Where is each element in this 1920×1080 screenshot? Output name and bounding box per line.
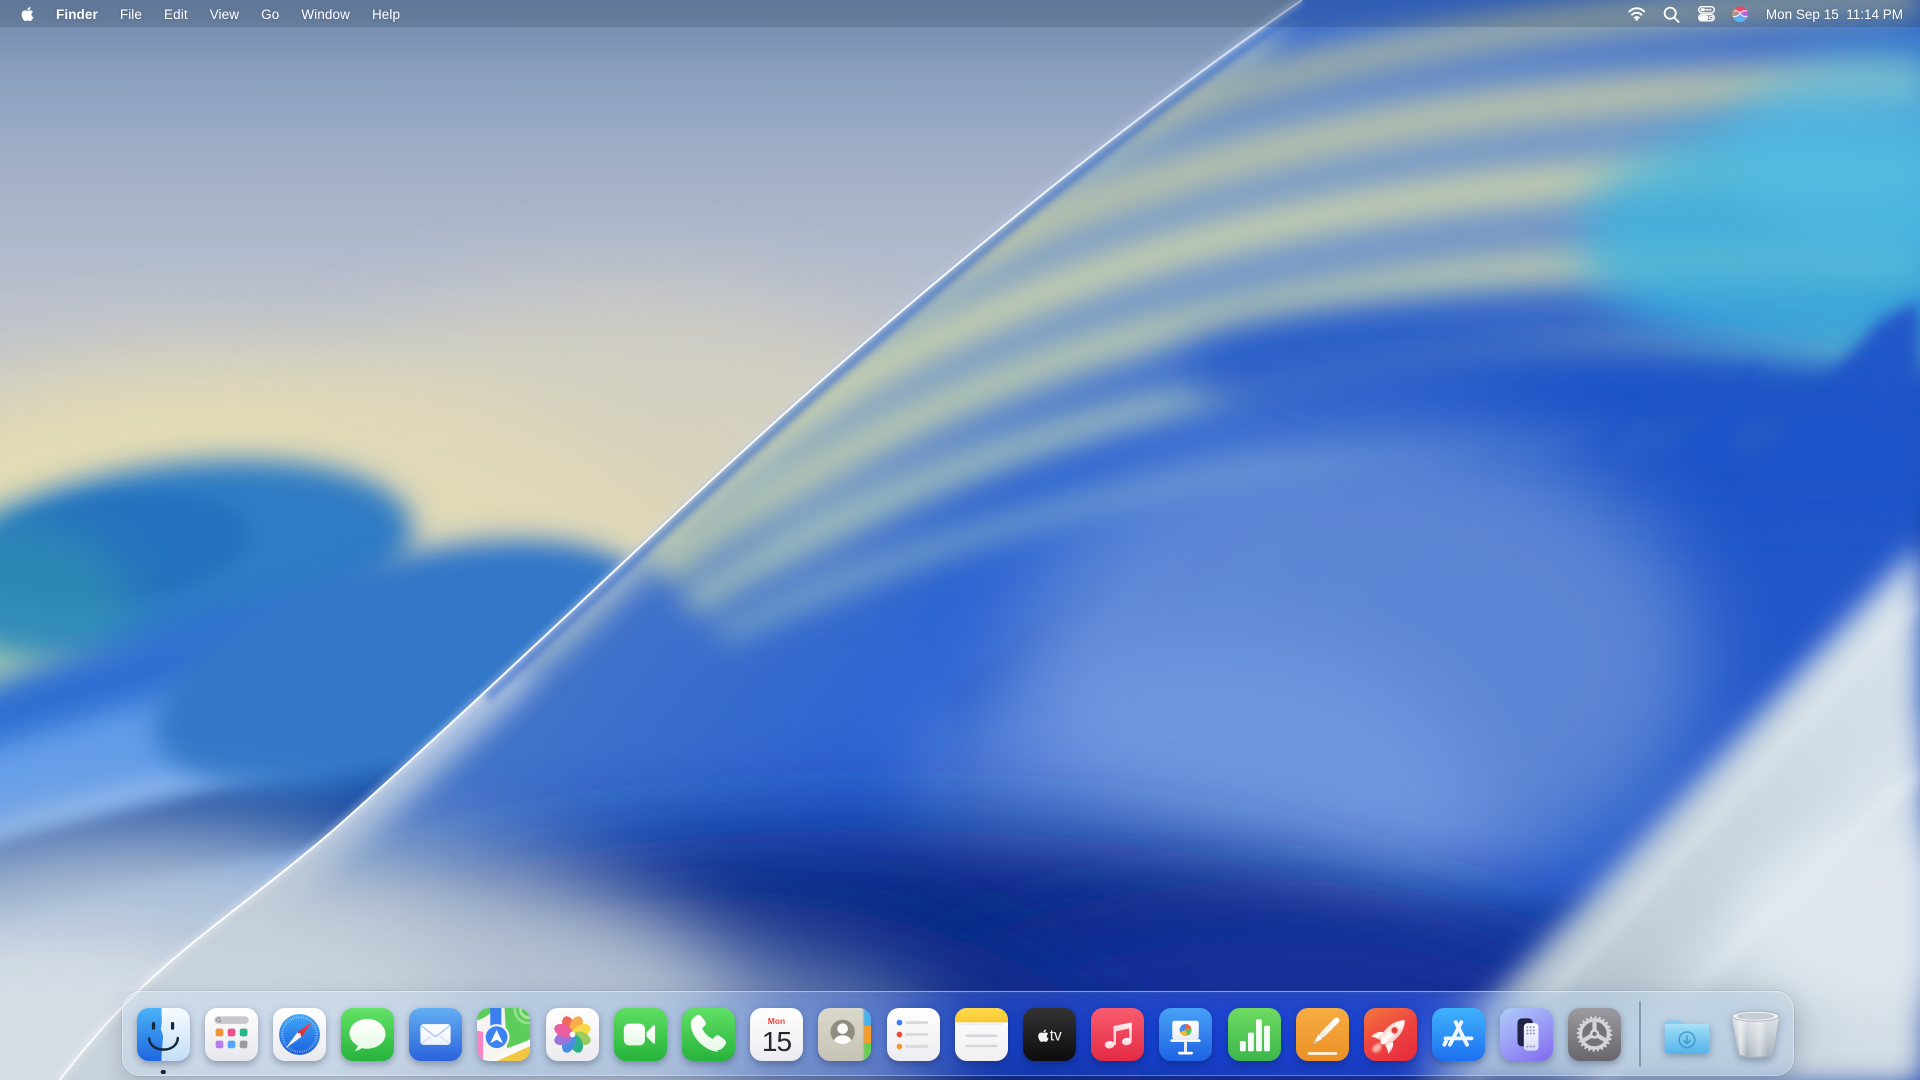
menu-bar: Finder File Edit View Go Window Help Mon… — [0, 0, 1920, 28]
apple-icon — [21, 7, 34, 21]
status-icons-group — [1619, 0, 1757, 28]
music-app-icon — [1091, 1008, 1145, 1061]
menu-help[interactable]: Help — [361, 0, 411, 28]
maps-app-icon — [477, 1008, 531, 1061]
dock-item-facetime[interactable] — [613, 1008, 667, 1061]
photos-app-icon — [545, 1008, 599, 1061]
dock-separator — [1638, 1001, 1641, 1067]
facetime-app-icon — [613, 1008, 667, 1061]
menu-edit[interactable]: Edit — [153, 0, 199, 28]
appstore-app-icon — [1432, 1008, 1486, 1061]
dock-item-safari[interactable] — [272, 1008, 326, 1061]
dock-item-music[interactable] — [1091, 1008, 1145, 1061]
messages-app-icon — [341, 1008, 395, 1061]
dock-item-apps[interactable] — [204, 1008, 258, 1061]
dock-item-settings[interactable] — [1568, 1008, 1622, 1061]
phone-app-icon — [682, 1008, 735, 1061]
dock-item-maps[interactable] — [477, 1008, 531, 1061]
dock-item-phone[interactable] — [682, 1008, 735, 1061]
dock-item-tv[interactable]: tv — [1022, 1008, 1076, 1061]
apps-app-icon — [204, 1008, 258, 1061]
dock-item-notes[interactable] — [954, 1008, 1008, 1061]
dock-item-keynote[interactable] — [1159, 1008, 1213, 1061]
dock-item-calendar[interactable]: Mon 15 — [750, 1008, 804, 1061]
menu-bar-right: Mon Sep 15 11:14 PM — [1619, 0, 1920, 28]
settings-app-icon — [1568, 1008, 1622, 1061]
menu-bar-left: Finder File Edit View Go Window Help — [0, 0, 411, 28]
finder-app-icon — [136, 1008, 190, 1061]
calendar-app-icon: Mon 15 — [750, 1008, 804, 1061]
notes-app-icon — [954, 1008, 1008, 1061]
dock-item-iphonemirroring[interactable] — [1500, 1008, 1554, 1061]
menu-go[interactable]: Go — [250, 0, 290, 28]
dock-item-trash[interactable] — [1729, 1008, 1782, 1061]
dock-item-appstore[interactable] — [1432, 1008, 1486, 1061]
menu-finder[interactable]: Finder — [45, 0, 109, 28]
spotlight-search-icon[interactable] — [1654, 0, 1689, 28]
siri-icon-glyph — [1732, 6, 1749, 22]
dock-item-photos[interactable] — [545, 1008, 599, 1061]
dock-item-reminders[interactable] — [886, 1008, 940, 1061]
menu-file[interactable]: File — [109, 0, 153, 28]
menu-view[interactable]: View — [199, 0, 250, 28]
menu-items-group: Finder File Edit View Go Window Help — [45, 0, 411, 28]
numbers-app-icon — [1227, 1008, 1281, 1061]
dock-item-contacts[interactable] — [818, 1008, 872, 1061]
tv-app-icon: tv — [1022, 1008, 1076, 1061]
downloads-app-icon — [1664, 1020, 1710, 1053]
iphonemirroring-app-icon — [1500, 1008, 1554, 1061]
trash-app-icon — [1731, 1010, 1779, 1059]
siri-icon[interactable] — [1724, 0, 1757, 28]
desktop-wallpaper — [0, 0, 1920, 1080]
mail-app-icon — [409, 1008, 463, 1061]
rocket-app-icon — [1363, 1008, 1417, 1061]
wifi-icon[interactable] — [1619, 0, 1655, 28]
dock-item-downloads[interactable] — [1660, 1008, 1713, 1061]
keynote-app-icon — [1159, 1008, 1213, 1061]
dock-item-finder[interactable] — [136, 1008, 190, 1074]
dock-item-pages[interactable] — [1295, 1008, 1349, 1061]
dock-item-numbers[interactable] — [1227, 1008, 1281, 1061]
dock-item-rocket[interactable] — [1363, 1008, 1417, 1061]
safari-app-icon — [272, 1008, 326, 1061]
pages-app-icon — [1295, 1008, 1349, 1061]
menu-bar-clock[interactable]: Mon Sep 15 11:14 PM — [1766, 7, 1903, 22]
contacts-app-icon — [818, 1008, 872, 1061]
dock: Mon 15 tv — [122, 991, 1794, 1076]
reminders-app-icon — [886, 1008, 940, 1061]
svg-text:15: 15 — [762, 1026, 792, 1057]
apple-menu[interactable] — [10, 0, 45, 28]
dock-item-messages[interactable] — [341, 1008, 395, 1061]
control-center-icon-glyph — [1698, 6, 1716, 22]
control-center-icon[interactable] — [1689, 0, 1724, 28]
menu-window[interactable]: Window — [290, 0, 361, 28]
svg-text:Mon: Mon — [768, 1016, 785, 1026]
spotlight-search-icon-glyph — [1664, 6, 1680, 23]
svg-text:tv: tv — [1050, 1028, 1062, 1045]
running-indicator-dot — [160, 1069, 166, 1074]
dock-item-mail[interactable] — [409, 1008, 463, 1061]
wifi-icon-glyph — [1628, 7, 1645, 21]
